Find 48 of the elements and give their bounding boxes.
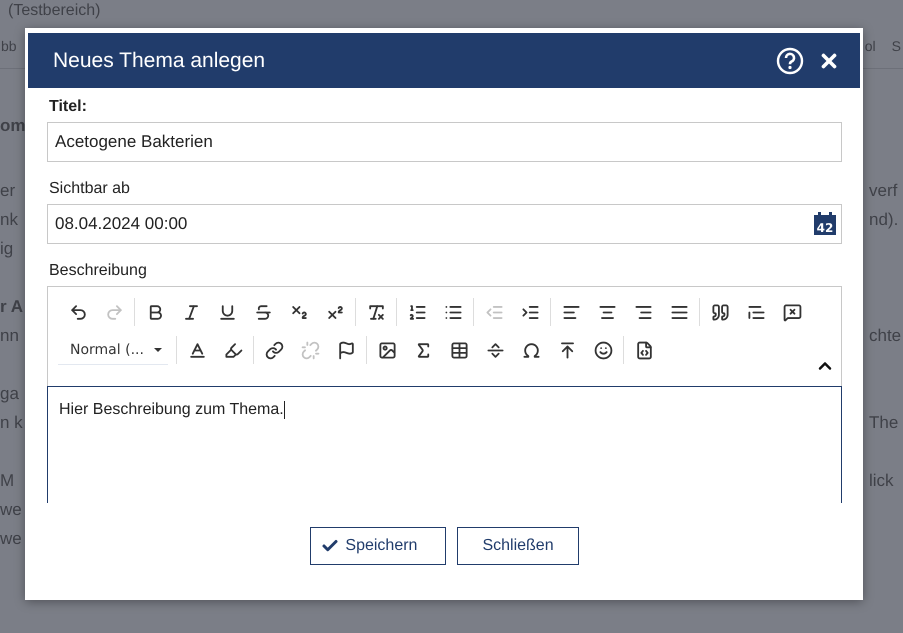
clear-formatting-icon (366, 302, 386, 322)
image-icon (378, 340, 396, 360)
page-text: chte (869, 326, 902, 346)
undo-icon (68, 302, 88, 322)
unlink-icon (300, 340, 320, 360)
text-color-icon (188, 340, 206, 360)
title-input[interactable]: Acetogene Bakterien (47, 122, 842, 162)
numbered-list-icon (408, 302, 426, 322)
page-text: nd). (869, 210, 900, 230)
help-icon[interactable] (776, 46, 804, 74)
page-text: we (0, 500, 23, 520)
table-icon (450, 340, 468, 360)
omega-icon (522, 340, 540, 360)
smiley-icon (594, 340, 612, 360)
page-text: we (0, 528, 23, 548)
page-heading: (Testbereich) (7, 1, 102, 21)
redo-icon (104, 302, 124, 322)
save-button[interactable]: Speichern (310, 527, 446, 565)
strikethrough-icon (254, 302, 272, 322)
page-text: ga (0, 384, 20, 404)
quote-icon (710, 302, 730, 322)
highlighter-icon (224, 340, 242, 360)
page-text: nn (0, 326, 20, 346)
calendar-icon[interactable]: 42 (813, 212, 837, 236)
page-text: om (0, 116, 24, 136)
page-text: er (0, 180, 16, 200)
page-text: M (0, 470, 16, 490)
page-text: nk (0, 210, 19, 230)
field-label: Sichtbar ab (49, 180, 131, 198)
link-icon (264, 340, 284, 360)
format-dropdown[interactable]: Normal (... (58, 335, 168, 365)
text-cursor (284, 401, 285, 419)
page-text: lick (869, 470, 895, 490)
quote-remove-icon (782, 302, 802, 322)
page-text: ig (0, 238, 14, 258)
field-label: Titel: (49, 98, 88, 116)
page-text: n k (0, 412, 24, 432)
page-text: The (869, 412, 900, 432)
editor-text: Hier Beschreibung zum Thema. (59, 401, 284, 418)
page-text: r A (0, 296, 24, 316)
horizontal-rule-icon (486, 340, 504, 360)
dialog-title: Neues Thema anlegen (53, 48, 266, 72)
field-label: Beschreibung (49, 262, 148, 280)
page-text: verf (869, 180, 898, 200)
underline-icon (218, 302, 236, 322)
close-button[interactable]: Schließen (457, 527, 579, 565)
flag-icon (336, 340, 356, 360)
source-code-icon (634, 340, 654, 360)
